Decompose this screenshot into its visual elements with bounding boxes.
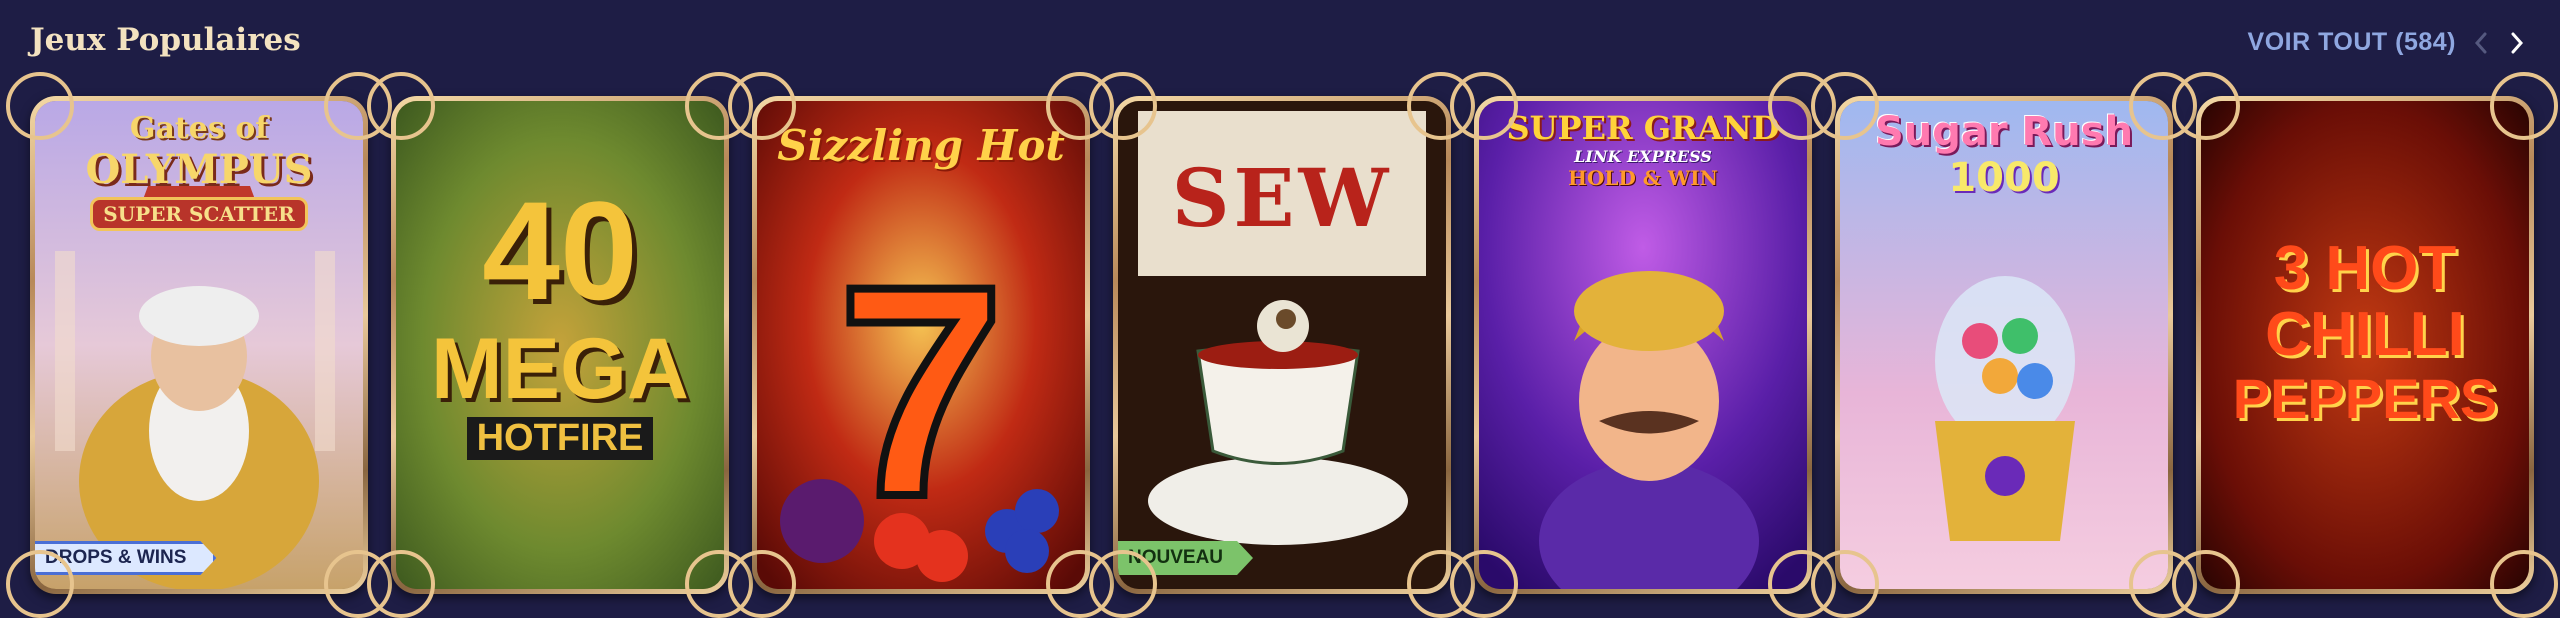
- game-subtitle: SUPER SCATTER: [90, 197, 308, 231]
- section-title: Jeux Populaires: [30, 22, 301, 58]
- game-title: Sugar Rush: [1874, 109, 2134, 155]
- game-thumbnail: Gates of OLYMPUS SUPER SCATTER DROPS & W…: [35, 101, 363, 589]
- game-card-3-hot-chilli-peppers[interactable]: 3 HOT CHILLI PEPPERS: [2172, 72, 2558, 618]
- drops-wins-badge: DROPS & WINS: [35, 541, 216, 575]
- game-subtitle: HOLD & WIN: [1568, 166, 1718, 190]
- previous-button[interactable]: [2464, 26, 2498, 60]
- game-logo: SUPER GRAND LINK EXPRESS HOLD & WIN: [1479, 109, 1807, 190]
- next-button[interactable]: [2500, 26, 2534, 60]
- game-title: CHILLI: [2265, 300, 2465, 369]
- seven-symbol: 7: [834, 223, 1009, 559]
- new-badge: NOUVEAU: [1118, 541, 1253, 575]
- game-thumbnail: Sugar Rush 1000: [1840, 101, 2168, 589]
- game-title: 40: [482, 172, 638, 329]
- game-thumbnail: SUPER GRAND LINK EXPRESS HOLD & WIN: [1479, 101, 1807, 589]
- game-thumbnail: 40 MEGA HOTFIRE: [396, 101, 724, 589]
- game-card-sew[interactable]: SEW NOUVEAU: [1089, 72, 1475, 618]
- game-logo: Sugar Rush 1000: [1840, 109, 2168, 201]
- game-card-40-mega-hotfire[interactable]: 40 MEGA HOTFIRE: [367, 72, 753, 618]
- game-card-super-grand-link-express[interactable]: SUPER GRAND LINK EXPRESS HOLD & WIN: [1450, 72, 1836, 618]
- game-thumbnail: SEW NOUVEAU: [1118, 101, 1446, 589]
- game-thumbnail: 3 HOT CHILLI PEPPERS: [2201, 101, 2529, 589]
- game-title: MEGA: [431, 321, 689, 417]
- game-title: OLYMPUS: [85, 146, 313, 193]
- game-title: SUPER GRAND: [1506, 109, 1780, 147]
- games-carousel: Gates of OLYMPUS SUPER SCATTER DROPS & W…: [6, 72, 2558, 618]
- game-card-sizzling-hot[interactable]: Sizzling Hot 7: [728, 72, 1114, 618]
- game-subtitle: LINK EXPRESS: [1574, 147, 1712, 166]
- game-title: 3 HOT: [2273, 234, 2457, 303]
- chevron-right-icon: [2511, 32, 2524, 54]
- chevron-left-icon: [2474, 32, 2487, 54]
- game-subtitle: 1000: [1948, 155, 2060, 201]
- game-subtitle: HOTFIRE: [466, 417, 654, 460]
- game-title: Sizzling Hot: [777, 121, 1065, 170]
- game-card-sugar-rush-1000[interactable]: Sugar Rush 1000: [1811, 72, 2197, 618]
- game-thumbnail: Sizzling Hot 7: [757, 101, 1085, 589]
- game-logo: Gates of OLYMPUS SUPER SCATTER: [35, 111, 363, 231]
- section-header: Jeux Populaires VOIR TOUT (584): [0, 0, 2560, 90]
- game-card-gates-of-olympus[interactable]: Gates of OLYMPUS SUPER SCATTER DROPS & W…: [6, 72, 392, 618]
- game-title: SEW: [1171, 151, 1393, 245]
- game-logo: 40 MEGA HOTFIRE: [396, 181, 724, 460]
- view-all-link[interactable]: VOIR TOUT (584): [2248, 28, 2456, 57]
- game-title: Gates of: [129, 111, 269, 146]
- game-logo: 3 HOT CHILLI PEPPERS: [2201, 236, 2529, 430]
- game-title: PEPPERS: [2232, 367, 2498, 430]
